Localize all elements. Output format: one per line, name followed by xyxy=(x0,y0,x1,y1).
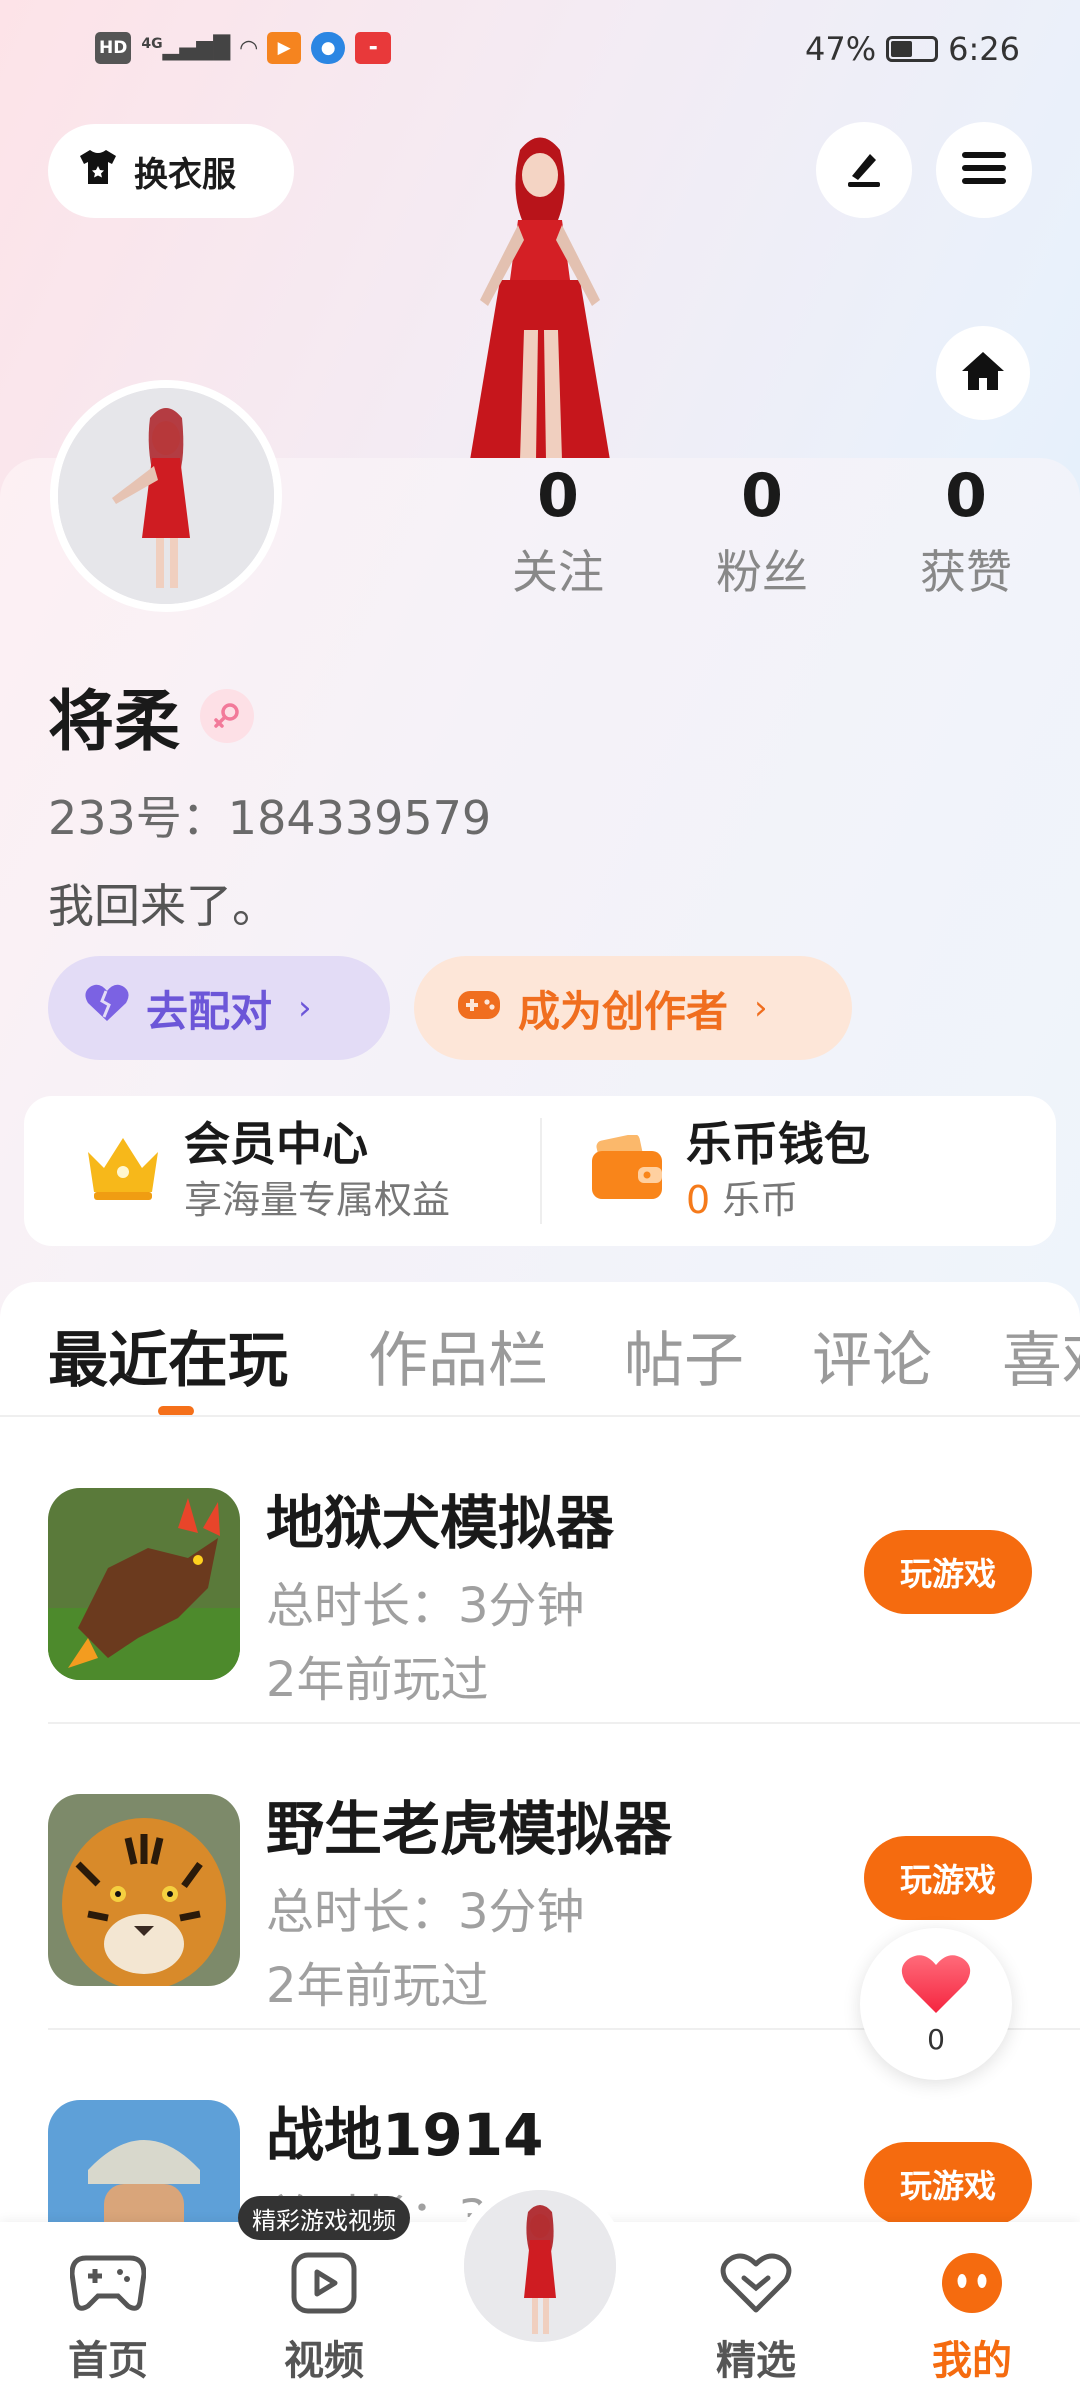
nav-home[interactable]: 首页 xyxy=(38,2252,178,2386)
wallet-title: 乐币钱包 xyxy=(686,1117,870,1171)
following-label: 关注 xyxy=(512,545,604,599)
match-button[interactable]: 去配对 › xyxy=(48,956,390,1060)
following-count: 0 xyxy=(537,461,579,531)
become-creator-label: 成为创作者 xyxy=(518,986,729,1036)
followers-count: 0 xyxy=(741,461,783,531)
game-last-played: 2年前玩过 xyxy=(266,1958,489,2014)
become-creator-button[interactable]: 成为创作者 › xyxy=(414,956,852,1060)
list-item[interactable]: 地狱犬模拟器 总时长：3分钟 2年前玩过 玩游戏 xyxy=(0,1418,1080,1724)
hd-icon: HD xyxy=(95,32,132,64)
pen-icon xyxy=(842,146,886,194)
member-center-sub: 享海量专属权益 xyxy=(184,1178,451,1222)
member-center-title: 会员中心 xyxy=(184,1117,368,1171)
wallet-entry[interactable]: 乐币钱包 0 乐币 xyxy=(590,1114,870,1226)
followers-label: 粉丝 xyxy=(716,545,808,599)
user-name: 将柔 xyxy=(48,683,180,760)
member-center-entry[interactable]: 会员中心 享海量专属权益 xyxy=(82,1114,450,1226)
tab-posts[interactable]: 帖子 xyxy=(624,1312,744,1399)
tshirt-icon xyxy=(78,148,118,195)
change-outfit-button[interactable]: 换衣服 xyxy=(48,124,294,218)
heart-icon xyxy=(900,1953,972,2019)
game-title: 战地1914 xyxy=(266,2101,544,2169)
floating-like-button[interactable]: 0 xyxy=(860,1928,1012,2080)
game-title: 野生老虎模拟器 xyxy=(266,1795,673,1863)
game-duration: 总时长：3分钟 xyxy=(266,1578,585,1634)
status-bar: HD 4G▂▄▆█ ◠ ▶ ● ▬ 47% 6:26 xyxy=(0,0,1080,100)
nav-video-label: 视频 xyxy=(284,2338,364,2384)
app-notification-icon: ▶ xyxy=(267,32,302,64)
tab-comments[interactable]: 评论 xyxy=(812,1312,932,1399)
wallet-amount: 0 xyxy=(686,1178,711,1222)
chevron-right-icon: › xyxy=(754,988,768,1028)
change-outfit-label: 换衣服 xyxy=(134,154,236,195)
user-id: 233号：184339579 xyxy=(48,791,492,845)
battery-icon xyxy=(886,36,939,62)
game-duration: 总时长：3分钟 xyxy=(266,1884,585,1940)
avatar[interactable] xyxy=(50,380,282,612)
divider xyxy=(0,1415,1080,1417)
video-play-icon xyxy=(291,2252,357,2318)
nav-video[interactable]: 视频 xyxy=(254,2252,394,2386)
home-button[interactable] xyxy=(936,326,1030,420)
game-icon-tiger xyxy=(48,1794,240,1986)
nav-featured[interactable]: 精选 xyxy=(686,2252,826,2386)
stat-following[interactable]: 0 关注 xyxy=(458,460,658,602)
female-gender-icon xyxy=(200,689,254,743)
game-title: 地狱犬模拟器 xyxy=(266,1489,615,1557)
nav-mine[interactable]: 我的 xyxy=(902,2252,1042,2386)
play-game-button[interactable]: 玩游戏 xyxy=(864,1530,1032,1614)
edit-profile-button[interactable] xyxy=(816,122,912,218)
hamburger-icon xyxy=(962,150,1006,190)
game-last-played: 2年前玩过 xyxy=(266,1652,489,1708)
match-label: 去配对 xyxy=(146,986,273,1036)
signal-icon: 4G▂▄▆█ xyxy=(141,35,231,61)
content-tabs: 最近在玩 作品栏 帖子 评论 喜欢 xyxy=(0,1282,1080,1416)
nav-featured-label: 精选 xyxy=(716,2338,796,2384)
game-icon-hellhound xyxy=(48,1488,240,1680)
gamepad-icon xyxy=(69,2252,147,2318)
huawei-notification-icon: ▬ xyxy=(355,32,392,64)
gamepad-icon xyxy=(456,984,502,1033)
tab-works[interactable]: 作品栏 xyxy=(368,1312,548,1399)
browser-notification-icon: ● xyxy=(311,32,346,64)
likes-label: 获赞 xyxy=(920,545,1012,599)
wifi-icon: ◠ xyxy=(240,35,258,61)
stat-likes[interactable]: 0 获赞 xyxy=(866,460,1066,602)
wallet-icon xyxy=(590,1133,666,1205)
avatar-3d-figure[interactable] xyxy=(420,130,660,460)
clock: 6:26 xyxy=(948,30,1020,68)
chevron-right-icon: › xyxy=(298,988,312,1028)
wallet-unit: 乐币 xyxy=(722,1178,799,1222)
crown-icon xyxy=(82,1132,164,1208)
menu-button[interactable] xyxy=(936,122,1032,218)
wallet-balance: 0 乐币 xyxy=(686,1174,870,1226)
face-icon xyxy=(939,2252,1005,2318)
heart-broken-icon xyxy=(84,983,130,1033)
stat-followers[interactable]: 0 粉丝 xyxy=(662,460,862,602)
tab-recent-played[interactable]: 最近在玩 xyxy=(48,1312,288,1399)
like-count: 0 xyxy=(927,2022,945,2056)
play-game-button[interactable]: 玩游戏 xyxy=(864,2142,1032,2226)
divider xyxy=(540,1118,542,1224)
user-name-row: 将柔 xyxy=(48,668,254,764)
member-wallet-row: 会员中心 享海量专属权益 乐币钱包 0 乐币 xyxy=(24,1096,1056,1246)
heart-diamond-icon xyxy=(720,2252,792,2318)
user-bio: 我回来了。 xyxy=(48,879,278,933)
home-icon xyxy=(959,349,1007,397)
nav-mine-label: 我的 xyxy=(932,2338,1012,2384)
likes-count: 0 xyxy=(945,461,987,531)
nav-home-label: 首页 xyxy=(68,2338,148,2384)
play-game-button[interactable]: 玩游戏 xyxy=(864,1836,1032,1920)
tab-likes[interactable]: 喜欢 xyxy=(1002,1312,1080,1399)
video-tooltip: 精彩游戏视频 xyxy=(238,2196,410,2240)
nav-avatar-button[interactable] xyxy=(454,2180,626,2352)
battery-percent: 47% xyxy=(805,30,877,68)
